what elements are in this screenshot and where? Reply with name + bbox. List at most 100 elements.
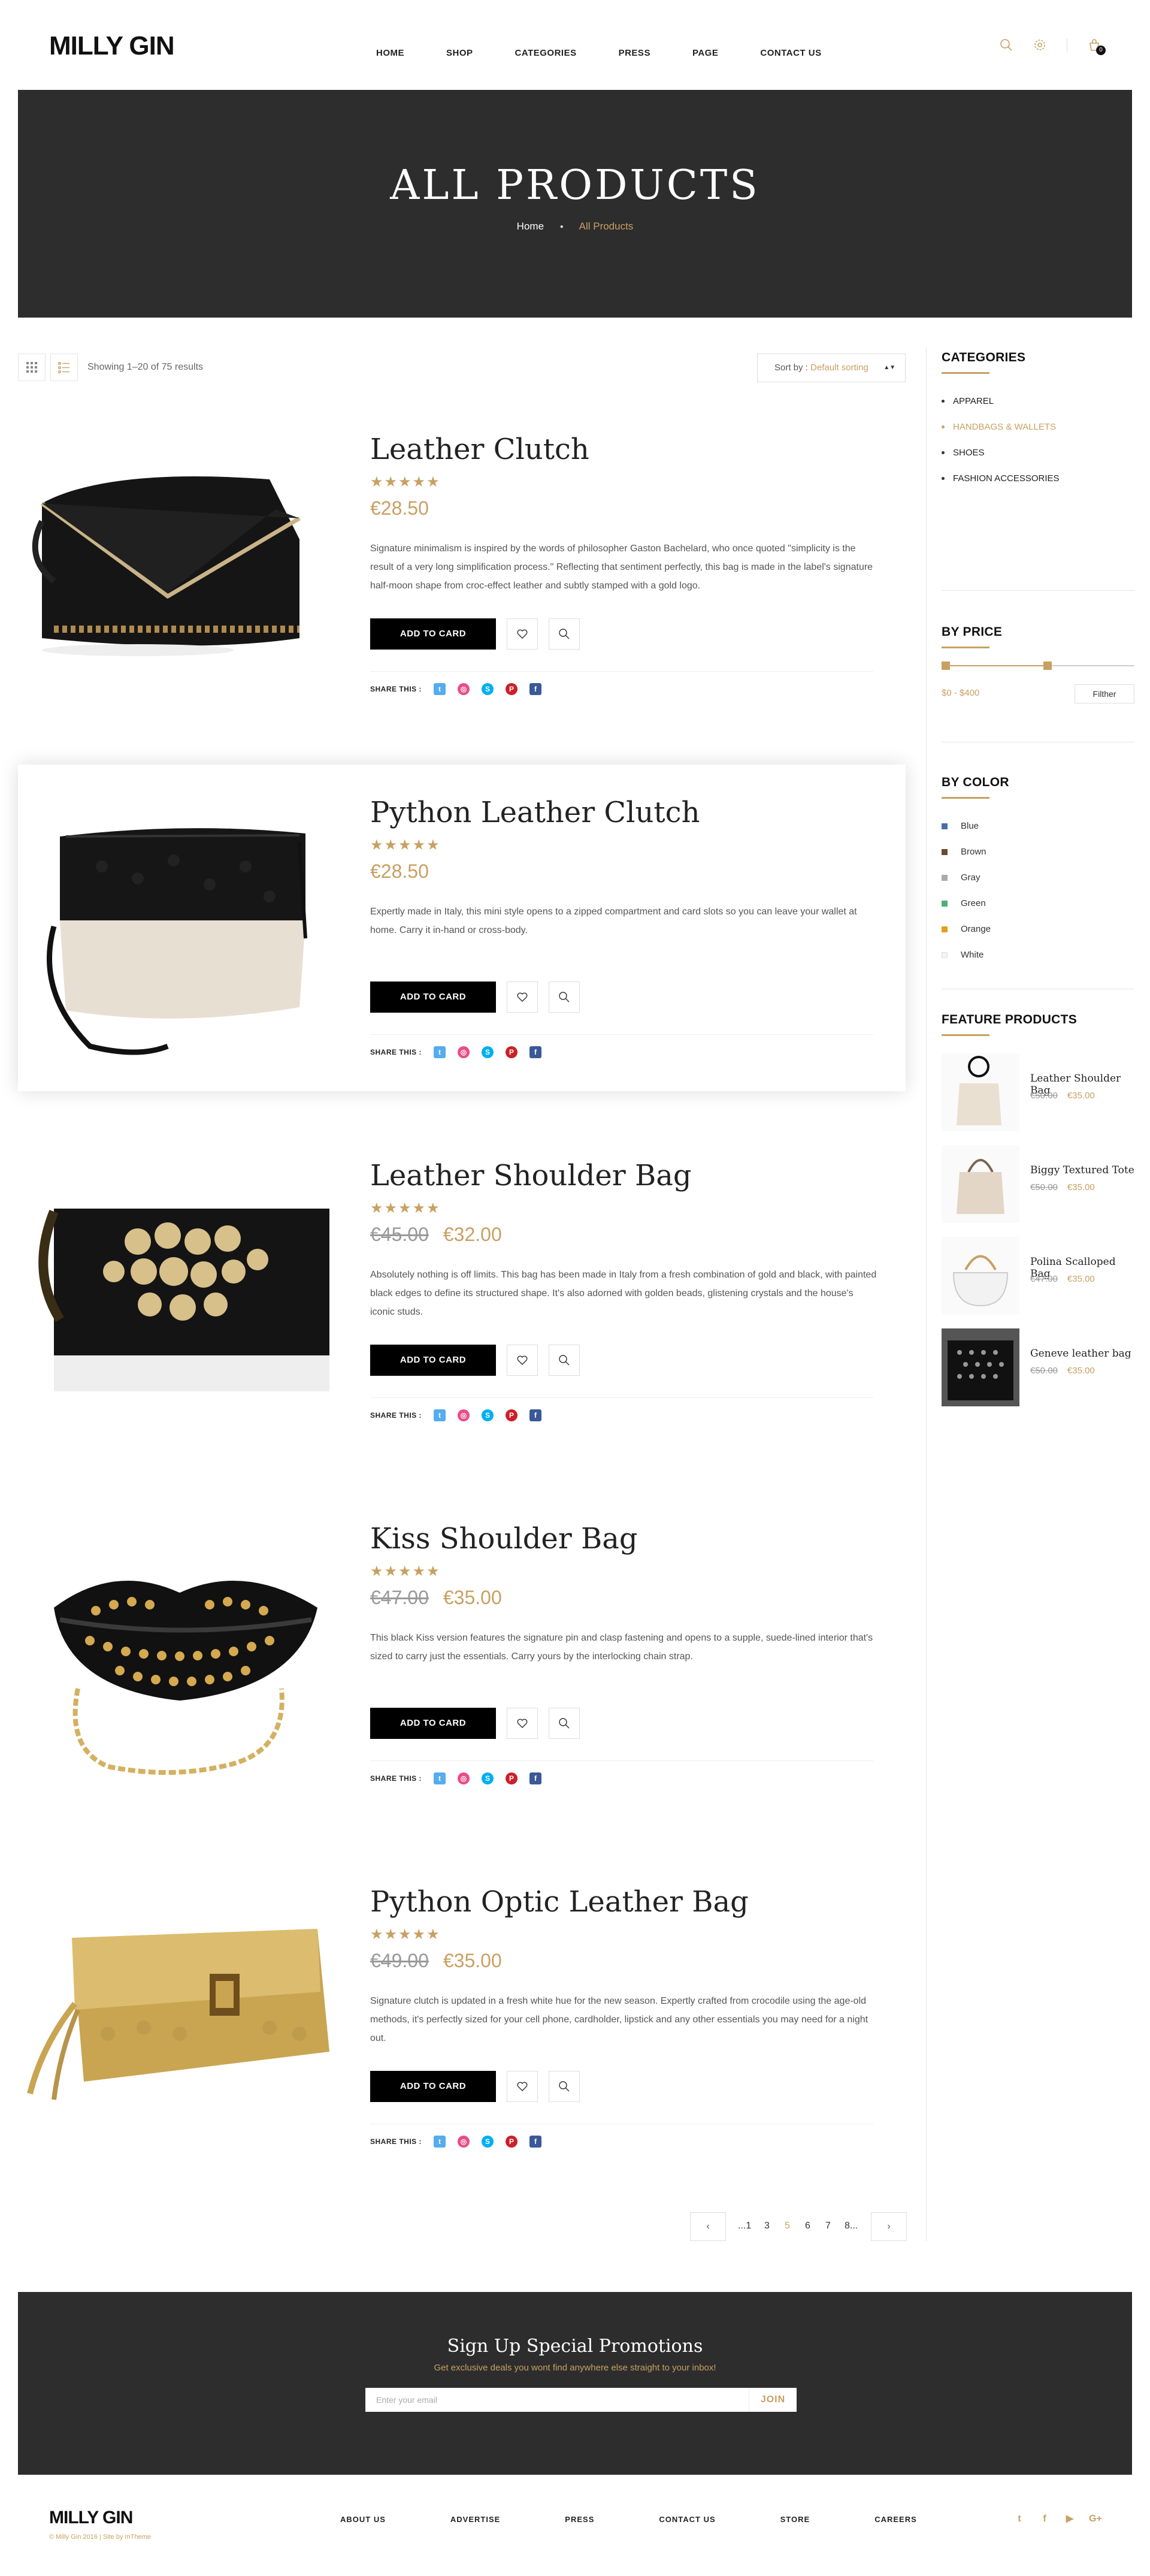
wishlist-button[interactable] — [507, 1708, 538, 1739]
feature-product[interactable]: Polina Scalloped Bag €47.00 €35.00 — [942, 1237, 1134, 1315]
facebook-icon[interactable]: f — [529, 1409, 542, 1421]
list-view-button[interactable] — [50, 354, 78, 381]
twitter-icon[interactable]: t — [1013, 2513, 1025, 2525]
dribbble-icon[interactable]: ◎ — [458, 1772, 470, 1784]
category-item-active[interactable]: HANDBAGS & WALLETS — [942, 414, 1134, 440]
twitter-icon[interactable]: t — [434, 1046, 446, 1058]
nav-press[interactable]: PRESS — [619, 48, 650, 58]
footer-link[interactable]: STORE — [780, 2515, 810, 2524]
wishlist-button[interactable] — [507, 618, 538, 650]
category-item[interactable]: APPAREL — [942, 388, 1134, 414]
breadcrumb-home[interactable]: Home — [517, 221, 544, 232]
facebook-icon[interactable]: f — [529, 2136, 542, 2148]
youtube-icon[interactable]: ▶ — [1064, 2513, 1076, 2525]
color-item[interactable]: Gray — [942, 865, 1134, 890]
email-field[interactable]: Enter your email — [365, 2388, 749, 2412]
facebook-icon[interactable]: f — [529, 1046, 542, 1058]
pinterest-icon[interactable]: P — [506, 1409, 518, 1421]
skype-icon[interactable]: S — [482, 2136, 494, 2148]
page-link[interactable]: 3 — [764, 2221, 770, 2231]
skype-icon[interactable]: S — [482, 1046, 494, 1058]
product-title[interactable]: Python Leather Clutch — [370, 796, 700, 829]
page-link-current[interactable]: 5 — [785, 2221, 790, 2231]
dribbble-icon[interactable]: ◎ — [458, 683, 470, 695]
color-item[interactable]: White — [942, 942, 1134, 968]
skype-icon[interactable]: S — [482, 1409, 494, 1421]
color-item[interactable]: Green — [942, 890, 1134, 916]
product-title[interactable]: Kiss Shoulder Bag — [370, 1522, 638, 1556]
facebook-icon[interactable]: f — [529, 683, 542, 695]
nav-categories[interactable]: CATEGORIES — [515, 48, 577, 58]
price-slider[interactable] — [942, 662, 1134, 670]
next-page-button[interactable]: › — [871, 2212, 907, 2241]
dribbble-icon[interactable]: ◎ — [458, 1409, 470, 1421]
product-image[interactable] — [18, 1128, 341, 1454]
quick-view-button[interactable] — [549, 618, 580, 650]
feature-product[interactable]: Biggy Textured Tote €50.00 €35.00 — [942, 1145, 1134, 1223]
feature-product[interactable]: Geneve leather bag €50.00 €35.00 — [942, 1328, 1134, 1406]
sort-select[interactable]: Sort by : Default sorting ▲▼ — [757, 354, 906, 382]
add-to-cart-button[interactable]: ADD TO CARD — [370, 618, 496, 650]
dribbble-icon[interactable]: ◎ — [458, 2136, 470, 2148]
category-item[interactable]: SHOES — [942, 440, 1134, 466]
pinterest-icon[interactable]: P — [506, 1772, 518, 1784]
google-plus-icon[interactable]: G+ — [1089, 2513, 1102, 2525]
product-title[interactable]: Python Optic Leather Bag — [370, 1885, 749, 1919]
wishlist-button[interactable] — [507, 1345, 538, 1376]
product-image[interactable] — [18, 765, 341, 1091]
facebook-icon[interactable]: f — [529, 1772, 542, 1784]
color-item[interactable]: Blue — [942, 813, 1134, 839]
pinterest-icon[interactable]: P — [506, 1046, 518, 1058]
product-title[interactable]: Leather Clutch — [370, 433, 589, 466]
settings-icon[interactable] — [1033, 38, 1046, 52]
quick-view-button[interactable] — [549, 982, 580, 1013]
twitter-icon[interactable]: t — [434, 2136, 446, 2148]
twitter-icon[interactable]: t — [434, 1772, 446, 1784]
add-to-cart-button[interactable]: ADD TO CARD — [370, 982, 496, 1013]
slider-handle-min[interactable] — [942, 662, 950, 670]
footer-logo[interactable]: MILLY GIN — [49, 2508, 133, 2528]
quick-view-button[interactable] — [549, 2071, 580, 2102]
join-button[interactable]: JOIN — [749, 2388, 797, 2412]
dribbble-icon[interactable]: ◎ — [458, 1046, 470, 1058]
color-item[interactable]: Brown — [942, 839, 1134, 865]
site-logo[interactable]: MILLY GIN — [49, 31, 175, 61]
nav-contact-us[interactable]: CONTACT US — [760, 48, 821, 58]
search-icon[interactable] — [1000, 38, 1013, 52]
category-item[interactable]: FASHION ACCESSORIES — [942, 466, 1134, 491]
product-image[interactable] — [18, 1854, 341, 2181]
skype-icon[interactable]: S — [482, 1772, 494, 1784]
add-to-cart-button[interactable]: ADD TO CARD — [370, 1708, 496, 1739]
cart-icon[interactable]: 0 — [1088, 38, 1106, 55]
nav-shop[interactable]: SHOP — [446, 48, 473, 58]
page-link[interactable]: 6 — [805, 2221, 810, 2231]
footer-link[interactable]: CONTACT US — [659, 2515, 715, 2524]
nav-page[interactable]: PAGE — [692, 48, 718, 58]
feature-product[interactable]: Leather Shoulder Bag €50.00 €35.00 — [942, 1053, 1134, 1131]
pinterest-icon[interactable]: P — [506, 683, 518, 695]
twitter-icon[interactable]: t — [434, 683, 446, 695]
prev-page-button[interactable]: ‹ — [690, 2212, 726, 2241]
twitter-icon[interactable]: t — [434, 1409, 446, 1421]
grid-view-button[interactable] — [18, 354, 46, 381]
page-link[interactable]: ...1 — [738, 2221, 751, 2231]
nav-home[interactable]: HOME — [376, 48, 404, 58]
footer-link[interactable]: PRESS — [565, 2515, 594, 2524]
footer-link[interactable]: CAREERS — [874, 2515, 917, 2524]
footer-link[interactable]: ADVERTISE — [450, 2515, 500, 2524]
add-to-cart-button[interactable]: ADD TO CARD — [370, 2071, 496, 2102]
skype-icon[interactable]: S — [482, 683, 494, 695]
footer-link[interactable]: ABOUT US — [340, 2515, 386, 2524]
facebook-icon[interactable]: f — [1039, 2513, 1051, 2525]
quick-view-button[interactable] — [549, 1345, 580, 1376]
wishlist-button[interactable] — [507, 982, 538, 1013]
filter-button[interactable]: Filther — [1075, 684, 1134, 703]
color-item[interactable]: Orange — [942, 916, 1134, 942]
page-link[interactable]: 7 — [825, 2221, 831, 2231]
page-link[interactable]: 8... — [845, 2221, 858, 2231]
wishlist-button[interactable] — [507, 2071, 538, 2102]
quick-view-button[interactable] — [549, 1708, 580, 1739]
product-title[interactable]: Leather Shoulder Bag — [370, 1159, 692, 1192]
product-image[interactable] — [18, 401, 341, 728]
pinterest-icon[interactable]: P — [506, 2136, 518, 2148]
